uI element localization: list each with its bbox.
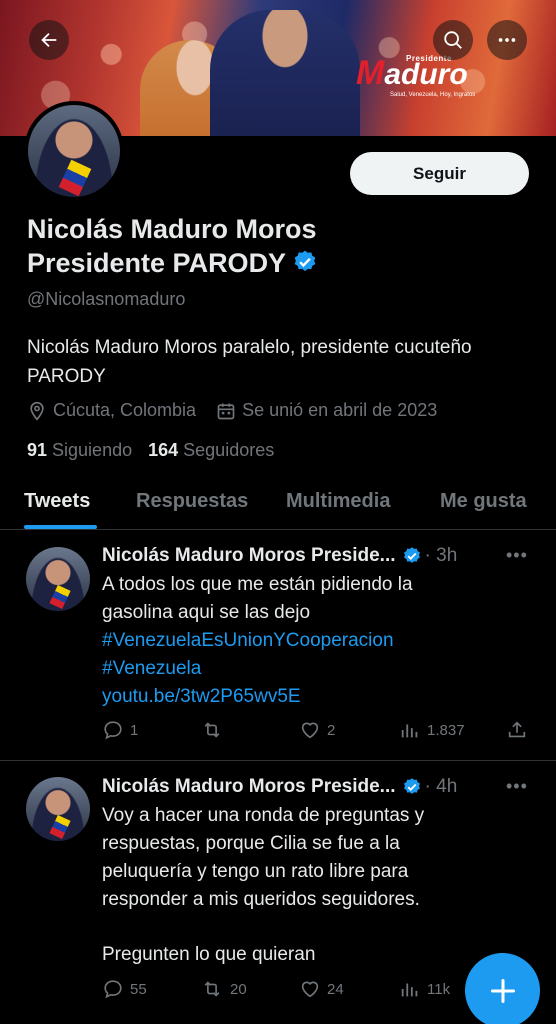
brand-tag: Salud, Venezuela, Hoy, Ingratos [390, 92, 476, 98]
retweet-count: 20 [230, 980, 247, 998]
tweet-text-line: A todos los que me están pidiendo la [102, 574, 413, 595]
share-button[interactable] [506, 719, 534, 741]
profile-name: Nicolás Maduro Moros Presidente PARODY [27, 212, 527, 280]
reply-icon [104, 980, 122, 999]
views-button[interactable]: 11k [399, 978, 450, 1000]
like-count: 24 [327, 980, 344, 998]
url-link[interactable]: youtu.be/3tw2P65wv5E [102, 683, 542, 711]
like-button[interactable]: 24 [299, 978, 344, 1000]
followers-label: Seguidores [183, 440, 275, 460]
tweet-more-button[interactable]: ••• [506, 776, 528, 797]
retweet-button[interactable]: 20 [200, 978, 247, 1000]
tweet-text-line: gasolina aqui se las dejo [102, 602, 311, 623]
compose-tweet-button[interactable] [465, 953, 540, 1024]
tweet-text-line: respuestas, porque Cilia se fue a la [102, 833, 400, 854]
tweet-body: Voy a hacer una ronda de preguntas y res… [102, 802, 542, 969]
compose-plus-icon [490, 978, 515, 1003]
banner-brand-logo: Presidente M aduro Salud, Venezuela, Hoy… [356, 54, 475, 98]
like-icon [301, 981, 319, 998]
more-icon [498, 38, 516, 42]
back-button[interactable] [29, 20, 69, 60]
tweet-time: · 3h [424, 545, 458, 566]
verified-icon [403, 547, 420, 563]
like-button[interactable]: 2 [299, 719, 335, 741]
profile-location: Cúcuta, Colombia [27, 400, 196, 421]
tweet-avatar[interactable] [26, 777, 90, 841]
views-icon [401, 724, 418, 738]
tweet-more-button[interactable]: ••• [506, 545, 528, 566]
profile-avatar[interactable] [24, 101, 124, 201]
views-count: 1.837 [427, 721, 465, 739]
location-icon [30, 401, 44, 421]
tweet-author[interactable]: Nicolás Maduro Moros Preside... [102, 545, 396, 567]
profile-location-text: Cúcuta, Colombia [53, 400, 197, 420]
verified-icon [294, 250, 316, 271]
tweet-header: Nicolás Maduro Moros Preside... · 3h [102, 545, 457, 567]
tweet-body: A todos los que me están pidiendo la gas… [102, 571, 542, 711]
following-label: Siguiendo [52, 440, 133, 460]
reply-count: 1 [130, 721, 139, 739]
tweet-text-line: peluquería y tengo un rato libre para [102, 861, 409, 882]
tab-respuestas[interactable]: Respuestas [136, 490, 248, 513]
tweet-author[interactable]: Nicolás Maduro Moros Preside... [102, 776, 396, 798]
profile-joined-text: Se unió en abril de 2023 [242, 400, 438, 420]
followers-link[interactable]: 164 Seguidores [148, 440, 274, 461]
following-link[interactable]: 91 Siguiendo [27, 440, 132, 461]
tab-tweets[interactable]: Tweets [24, 490, 90, 513]
reply-count: 55 [130, 980, 147, 998]
verified-icon [403, 778, 420, 794]
tweet-actions: 1 2 1.837 [102, 719, 532, 743]
views-button[interactable]: 1.837 [399, 719, 465, 741]
search-icon [444, 31, 462, 49]
profile-bio: Nicolás Maduro Moros paralelo, president… [27, 337, 472, 387]
tweet-time: · 4h [424, 776, 458, 797]
retweet-icon [204, 722, 220, 738]
following-count: 91 [27, 440, 48, 460]
profile-name-line2: Presidente PARODY [27, 248, 287, 278]
active-tab-indicator [24, 525, 97, 529]
profile-meta: Cúcuta, Colombia Se unió en abril de 202… [27, 400, 457, 421]
retweet-icon [204, 981, 220, 997]
hashtag-link[interactable]: #VenezuelaEsUnionYCooperacion [102, 627, 542, 655]
profile-name-line1: Nicolás Maduro Moros [27, 214, 317, 244]
follow-button[interactable]: Seguir [350, 152, 529, 195]
share-icon [508, 721, 526, 738]
tab-me-gusta[interactable]: Me gusta [440, 490, 527, 513]
profile-counts: 91 Siguiendo 164 Seguidores [27, 440, 290, 461]
brand-rest: aduro [384, 58, 468, 91]
tab-multimedia[interactable]: Multimedia [286, 490, 390, 513]
profile-tabs: Tweets Respuestas Multimedia Me gusta [0, 480, 556, 530]
profile-joined: Se unió en abril de 2023 [216, 400, 437, 421]
banner-figure-man [210, 10, 360, 136]
tweet-header: Nicolás Maduro Moros Preside... · 4h [102, 776, 457, 798]
reply-icon [104, 721, 122, 740]
brand-m: M [356, 54, 385, 92]
reply-button[interactable]: 1 [102, 719, 138, 741]
reply-button[interactable]: 55 [102, 978, 147, 1000]
views-icon [401, 983, 418, 997]
tweet[interactable]: Nicolás Maduro Moros Preside... · 3h •••… [0, 531, 556, 761]
tweet-avatar[interactable] [26, 547, 90, 611]
profile-handle: @Nicolasnomaduro [27, 289, 186, 309]
tweet-text-line: responder a mis queridos seguidores. [102, 889, 420, 910]
search-button[interactable] [433, 20, 473, 60]
followers-count: 164 [148, 440, 179, 460]
back-arrow-icon [41, 32, 57, 48]
more-button[interactable] [487, 20, 527, 60]
tweet-text-line: Voy a hacer una ronda de preguntas y [102, 805, 425, 826]
hashtag-link[interactable]: #Venezuela [102, 655, 542, 683]
calendar-icon [217, 403, 235, 419]
retweet-button[interactable] [200, 719, 230, 741]
like-icon [301, 722, 319, 739]
views-count: 11k [427, 980, 451, 998]
like-count: 2 [327, 721, 336, 739]
